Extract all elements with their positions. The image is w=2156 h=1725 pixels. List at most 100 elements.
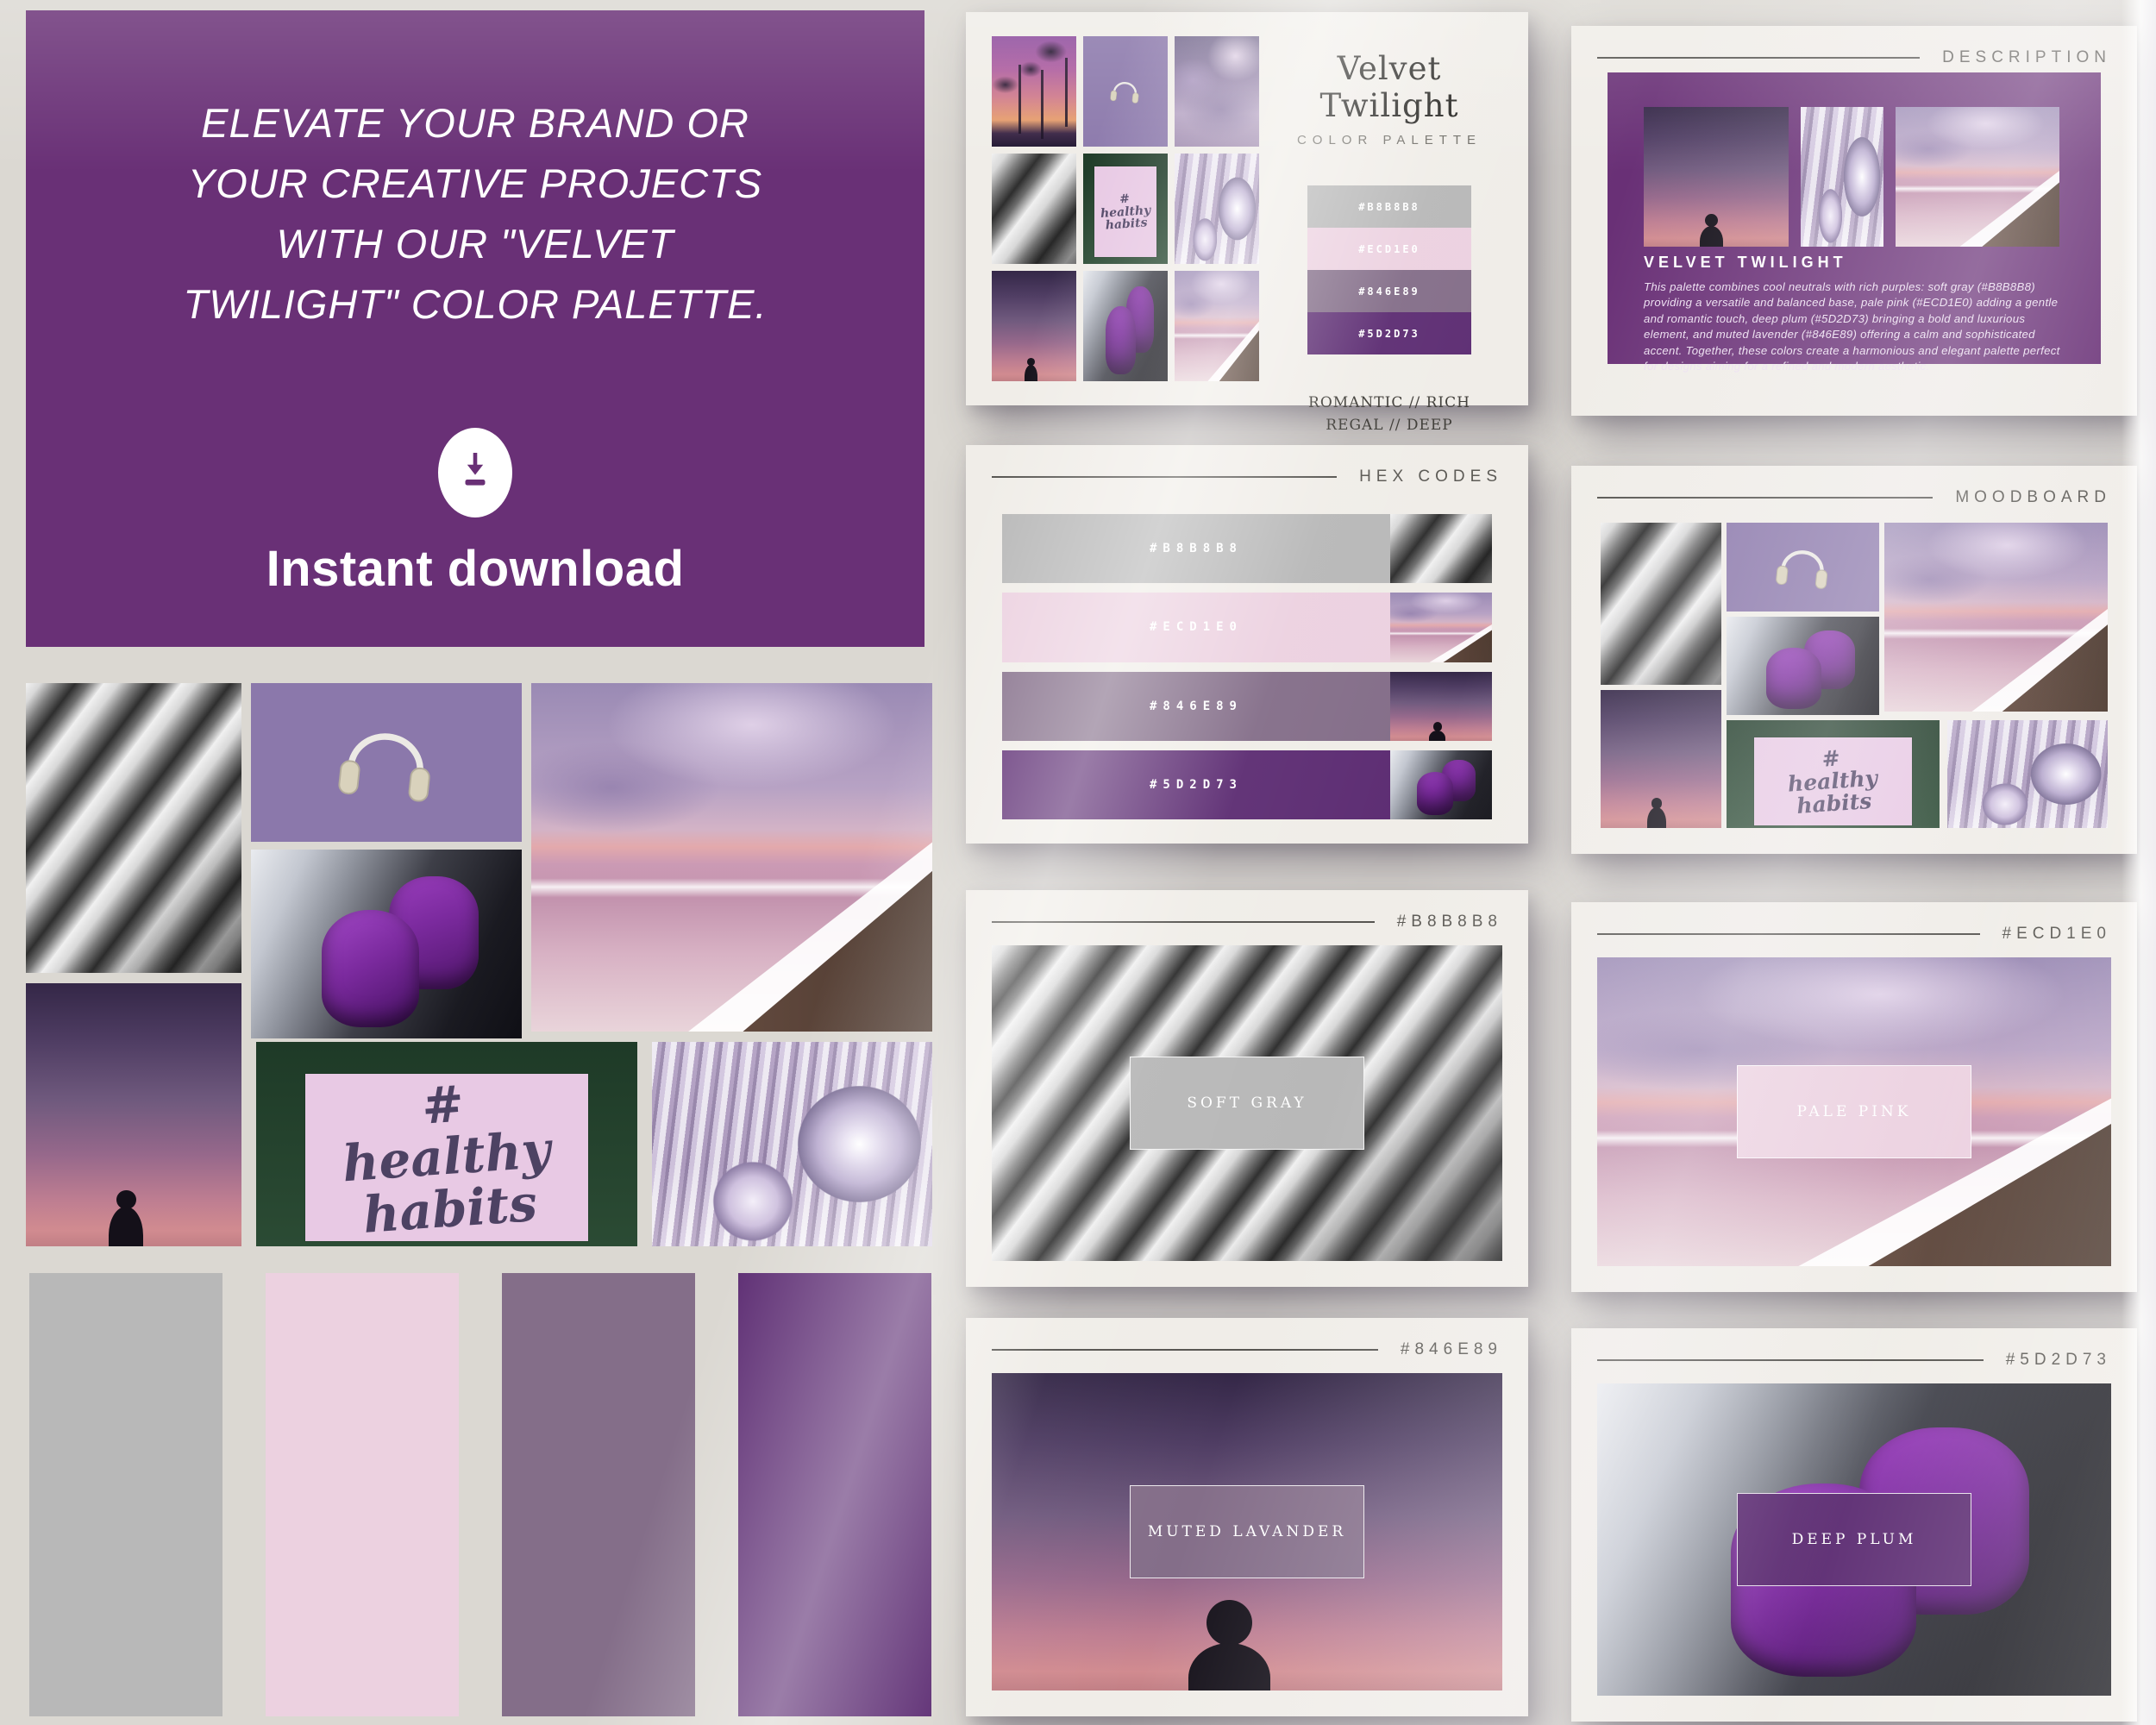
- instant-download-label: Instant download: [266, 540, 685, 598]
- color-swatch-muted-lavander: [502, 1273, 695, 1716]
- card-description: DESCRIPTION VELVET TWILIGHT This palette…: [1571, 26, 2137, 416]
- habits-text-line: habits: [1105, 216, 1148, 232]
- color-name-box: MUTED LAVANDER: [1130, 1485, 1364, 1578]
- banner-headline-line: YOUR CREATIVE PROJECTS: [184, 154, 768, 214]
- photo-healthy-habits: # healthy habits: [256, 1042, 637, 1246]
- hex-thumb: [1390, 750, 1492, 819]
- hex-bar-pale-pink: #ECD1E0: [1002, 593, 1492, 662]
- card-header-label: MOODBOARD: [1955, 488, 2111, 507]
- card-header-label: #5D2D73: [2006, 1351, 2111, 1370]
- header-rule: [992, 1349, 1378, 1351]
- photo-car-interior: [1727, 617, 1879, 715]
- headphones-icon: [1107, 76, 1144, 106]
- color-swatch-soft-gray: [29, 1273, 222, 1716]
- photo-shoulder-bw: [26, 683, 241, 973]
- description-body: This palette combines cool neutrals with…: [1644, 279, 2068, 375]
- banner-headline-line: ELEVATE YOUR BRAND OR: [184, 93, 768, 154]
- photo-beach-sunset: [531, 683, 932, 1032]
- palette-tagline: ROMANTIC // RICH REGAL // DEEP: [1268, 392, 1511, 436]
- overview-photo-grid: # healthy habits: [992, 36, 1259, 381]
- habits-text-line: habits: [1796, 788, 1873, 819]
- description-panel: VELVET TWILIGHT This palette combines co…: [1608, 72, 2101, 364]
- swatch-row-soft-gray: #B8B8B8: [1307, 185, 1471, 228]
- header-rule: [1597, 1359, 1984, 1361]
- color-name-box: SOFT GRAY: [1130, 1057, 1364, 1150]
- hex-bar-muted-lavander: #846E89: [1002, 672, 1492, 741]
- photo-healthy-habits: # healthy habits: [1727, 720, 1940, 828]
- photo-shoulder-bw: [1390, 514, 1492, 583]
- download-icon: [438, 428, 512, 518]
- palette-swatch-stack: #B8B8B8 #ECD1E0 #846E89 #5D2D73: [1307, 185, 1471, 354]
- banner-headline-line: WITH OUR "VELVET: [184, 214, 768, 274]
- photo-silhouette: [26, 983, 241, 1246]
- card-header: #B8B8B8: [992, 913, 1502, 932]
- card-pale-pink: #ECD1E0 PALE PINK: [1571, 902, 2137, 1292]
- card-header: DESCRIPTION: [1597, 48, 2111, 67]
- photo-silhouette: [992, 271, 1076, 381]
- color-name-box: DEEP PLUM: [1737, 1493, 1971, 1586]
- hex-value: #ECD1E0: [1002, 593, 1390, 662]
- photo-silhouette: [1390, 672, 1492, 741]
- hex-value: #846E89: [1002, 672, 1390, 741]
- promo-banner: ELEVATE YOUR BRAND OR YOUR CREATIVE PROJ…: [26, 10, 924, 647]
- header-rule: [992, 921, 1375, 923]
- moodboard-collage: # healthy habits: [1601, 523, 2108, 830]
- photo-shoulder-bw: SOFT GRAY: [992, 945, 1502, 1261]
- photo-car-interior: [1083, 271, 1168, 381]
- photo-beach-sunset: PALE PINK: [1597, 957, 2111, 1266]
- header-rule: [1597, 933, 1980, 935]
- color-swatch-deep-plum: [738, 1273, 931, 1716]
- card-deep-plum: #5D2D73 DEEP PLUM: [1571, 1328, 2137, 1722]
- photo-shoulder-bw: [992, 154, 1076, 264]
- photo-headphones: [1727, 523, 1879, 612]
- headphones-icon: [1770, 540, 1835, 595]
- swatch-row-deep-plum: #5D2D73: [1307, 312, 1471, 354]
- hex-thumb: [1390, 593, 1492, 662]
- palette-title: Velvet Twilight: [1268, 50, 1511, 124]
- card-header: HEX CODES: [992, 467, 1502, 486]
- photo-disco-balls: [1801, 107, 1883, 247]
- header-rule: [1597, 57, 1920, 59]
- photo-disco-balls: [652, 1042, 932, 1246]
- hex-thumb: [1390, 514, 1492, 583]
- palette-subtitle: COLOR PALETTE: [1268, 133, 1511, 147]
- photo-car-interior: [1390, 750, 1492, 819]
- photo-silhouette: [1644, 107, 1789, 247]
- hex-bar-soft-gray: #B8B8B8: [1002, 514, 1492, 583]
- swatch-row-muted-lavander: #846E89: [1307, 270, 1471, 312]
- header-rule: [992, 476, 1337, 478]
- color-swatch-pale-pink: [266, 1273, 459, 1716]
- hex-thumb: [1390, 672, 1492, 741]
- card-header: MOODBOARD: [1597, 488, 2111, 507]
- photo-purple-clouds: [1175, 36, 1259, 147]
- habits-text-line: habits: [361, 1174, 539, 1245]
- card-muted-lavander: #846E89 MUTED LAVANDER: [966, 1318, 1528, 1716]
- healthy-habits-poster: # healthy habits: [1754, 737, 1912, 826]
- card-palette-overview: # healthy habits Velvet Twilight COLOR P…: [966, 12, 1528, 405]
- card-header-label: #846E89: [1401, 1340, 1502, 1359]
- card-header: #ECD1E0: [1597, 925, 2111, 944]
- header-rule: [1597, 497, 1933, 499]
- photo-silhouette: [1601, 690, 1721, 828]
- photo-beach-sunset: [1175, 271, 1259, 381]
- card-header-label: DESCRIPTION: [1942, 48, 2111, 67]
- tagline-line: REGAL // DEEP: [1268, 415, 1511, 437]
- photo-beach-sunset: [1390, 593, 1492, 662]
- banner-headline-line: TWILIGHT" COLOR PALETTE.: [184, 274, 768, 335]
- photo-palms-sunset: [992, 36, 1076, 147]
- banner-headline: ELEVATE YOUR BRAND OR YOUR CREATIVE PROJ…: [184, 93, 768, 335]
- photo-shoulder-bw: [1601, 523, 1721, 685]
- photo-car-interior: DEEP PLUM: [1597, 1383, 2111, 1696]
- photo-healthy-habits: # healthy habits: [1083, 154, 1168, 264]
- hex-value: #B8B8B8: [1002, 514, 1390, 583]
- card-header: #846E89: [992, 1340, 1502, 1359]
- card-header-label: #B8B8B8: [1397, 913, 1502, 932]
- photo-beach-sunset: [1896, 107, 2059, 247]
- card-moodboard: MOODBOARD # healthy habits: [1571, 466, 2137, 854]
- hex-bars: #B8B8B8 #ECD1E0 #846E89 #5D2D73: [1002, 514, 1492, 819]
- description-title: VELVET TWILIGHT: [1644, 254, 1847, 272]
- photo-disco-balls: [1175, 154, 1259, 264]
- swatch-row-pale-pink: #ECD1E0: [1307, 228, 1471, 270]
- hex-bar-deep-plum: #5D2D73: [1002, 750, 1492, 819]
- card-soft-gray: #B8B8B8 SOFT GRAY: [966, 890, 1528, 1287]
